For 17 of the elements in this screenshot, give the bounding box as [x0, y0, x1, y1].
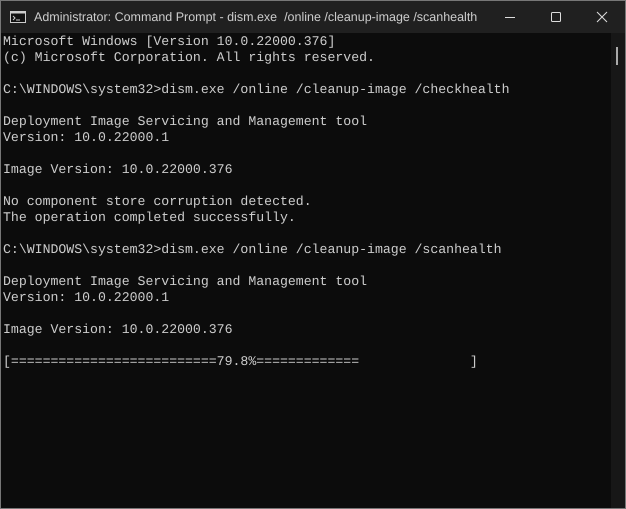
console-line: Image Version: 10.0.22000.376 [3, 322, 232, 338]
window-title: Administrator: Command Prompt - dism.exe /online /cleanup-image /scanhealth [34, 10, 478, 24]
console-line: Image Version: 10.0.22000.376 [3, 162, 232, 178]
console-line: C:\WINDOWS\system32>dism.exe /online /cleanup-image /scanhealth [3, 242, 502, 258]
console-line: Version: 10.0.22000.1 [3, 290, 170, 306]
console-line: (c) Microsoft Corporation. All rights reserved. [3, 50, 375, 66]
console-line: Version: 10.0.22000.1 [3, 130, 170, 146]
maximize-icon [550, 11, 562, 23]
console-line: The operation completed successfully. [3, 210, 296, 226]
close-icon [596, 11, 608, 23]
console-line: [==========================79.8%============= ] [3, 354, 478, 370]
console-line: Microsoft Windows [Version 10.0.22000.376] [3, 34, 336, 50]
console-line: C:\WINDOWS\system32>dism.exe /online /cleanup-image /checkhealth [3, 82, 510, 98]
console-line: Deployment Image Servicing and Management tool [3, 114, 368, 130]
console-line: Deployment Image Servicing and Management tool [3, 274, 368, 290]
terminal-icon [10, 11, 26, 23]
console-line: No component store corruption detected. [3, 194, 312, 210]
